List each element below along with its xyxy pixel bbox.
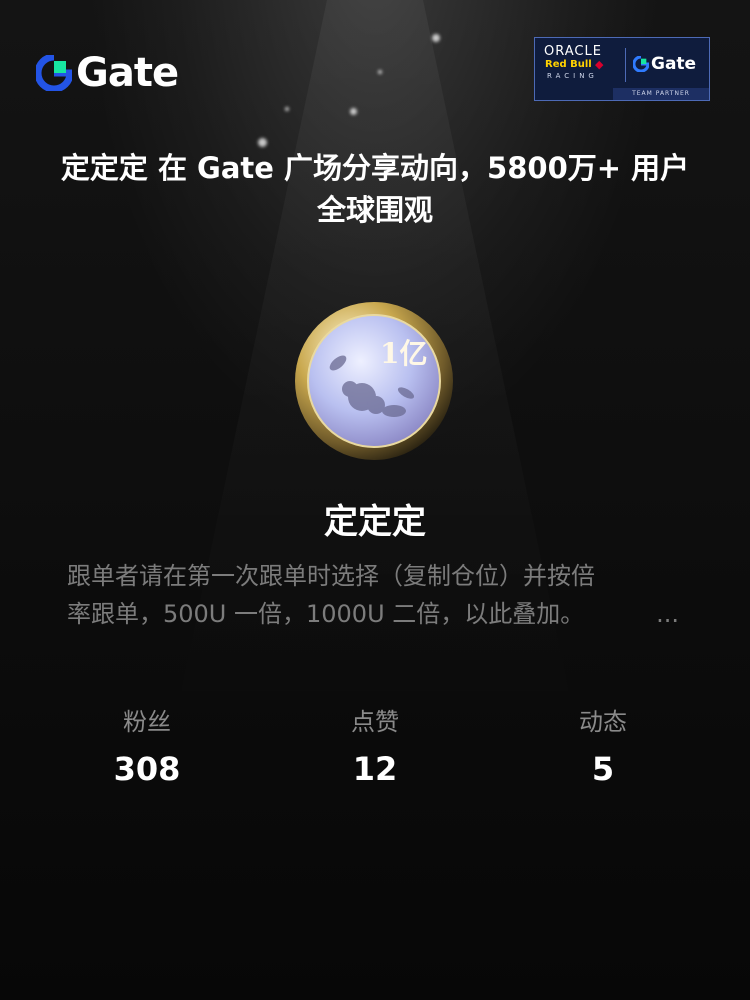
badge-gate-text: Gate xyxy=(651,54,697,74)
stat-value: 5 xyxy=(591,750,615,788)
stat-value: 12 xyxy=(352,750,398,788)
bio-line: 跟单者请在第一次跟单时选择（复制仓位）并按倍 xyxy=(67,562,595,590)
sparkle xyxy=(258,138,267,147)
stat-label: 点赞 xyxy=(351,708,399,736)
gate-logo: Gate xyxy=(36,50,179,96)
gate-logo-icon xyxy=(36,55,72,91)
sparkle xyxy=(350,108,357,115)
username: 定定定 xyxy=(324,502,426,542)
stat-value: 308 xyxy=(113,750,181,788)
bio-more-ellipsis[interactable]: ... xyxy=(656,595,679,633)
profile-bio: 跟单者请在第一次跟单时选择（复制仓位）并按倍 率跟单，500U 一倍，1000U… xyxy=(67,557,687,633)
share-headline: 定定定 在 Gate 广场分享动向，5800万+ 用户全球围观 xyxy=(60,151,690,227)
gate-logo-icon xyxy=(633,56,649,72)
oracle-text: ORACLE xyxy=(544,44,602,59)
team-partner-text: TEAM PARTNER xyxy=(613,88,709,100)
bull-icon: ◆ xyxy=(595,58,604,71)
stat-followers[interactable]: 粉丝 308 xyxy=(47,704,247,788)
bio-line: 率跟单，500U 一倍，1000U 二倍，以此叠加。 xyxy=(67,600,585,628)
badge-gate-logo: Gate xyxy=(633,54,696,74)
gate-logo-text: Gate xyxy=(76,50,179,96)
racing-text: RACING xyxy=(547,72,598,80)
stat-label: 动态 xyxy=(579,708,627,736)
coin-denomination: 1亿 xyxy=(380,337,427,370)
redbull-text: Red Bull xyxy=(545,59,592,70)
badge-divider xyxy=(625,48,626,82)
stat-posts[interactable]: 动态 5 xyxy=(503,704,703,788)
stat-likes[interactable]: 点赞 12 xyxy=(275,704,475,788)
sparkle xyxy=(378,70,382,74)
stat-label: 粉丝 xyxy=(123,708,171,736)
team-partner-badge: ORACLE Red Bull ◆ RACING Gate TEAM PARTN… xyxy=(534,37,710,101)
sparkle xyxy=(285,107,289,111)
avatar[interactable]: 1亿 xyxy=(294,301,454,461)
sparkle xyxy=(432,34,440,42)
